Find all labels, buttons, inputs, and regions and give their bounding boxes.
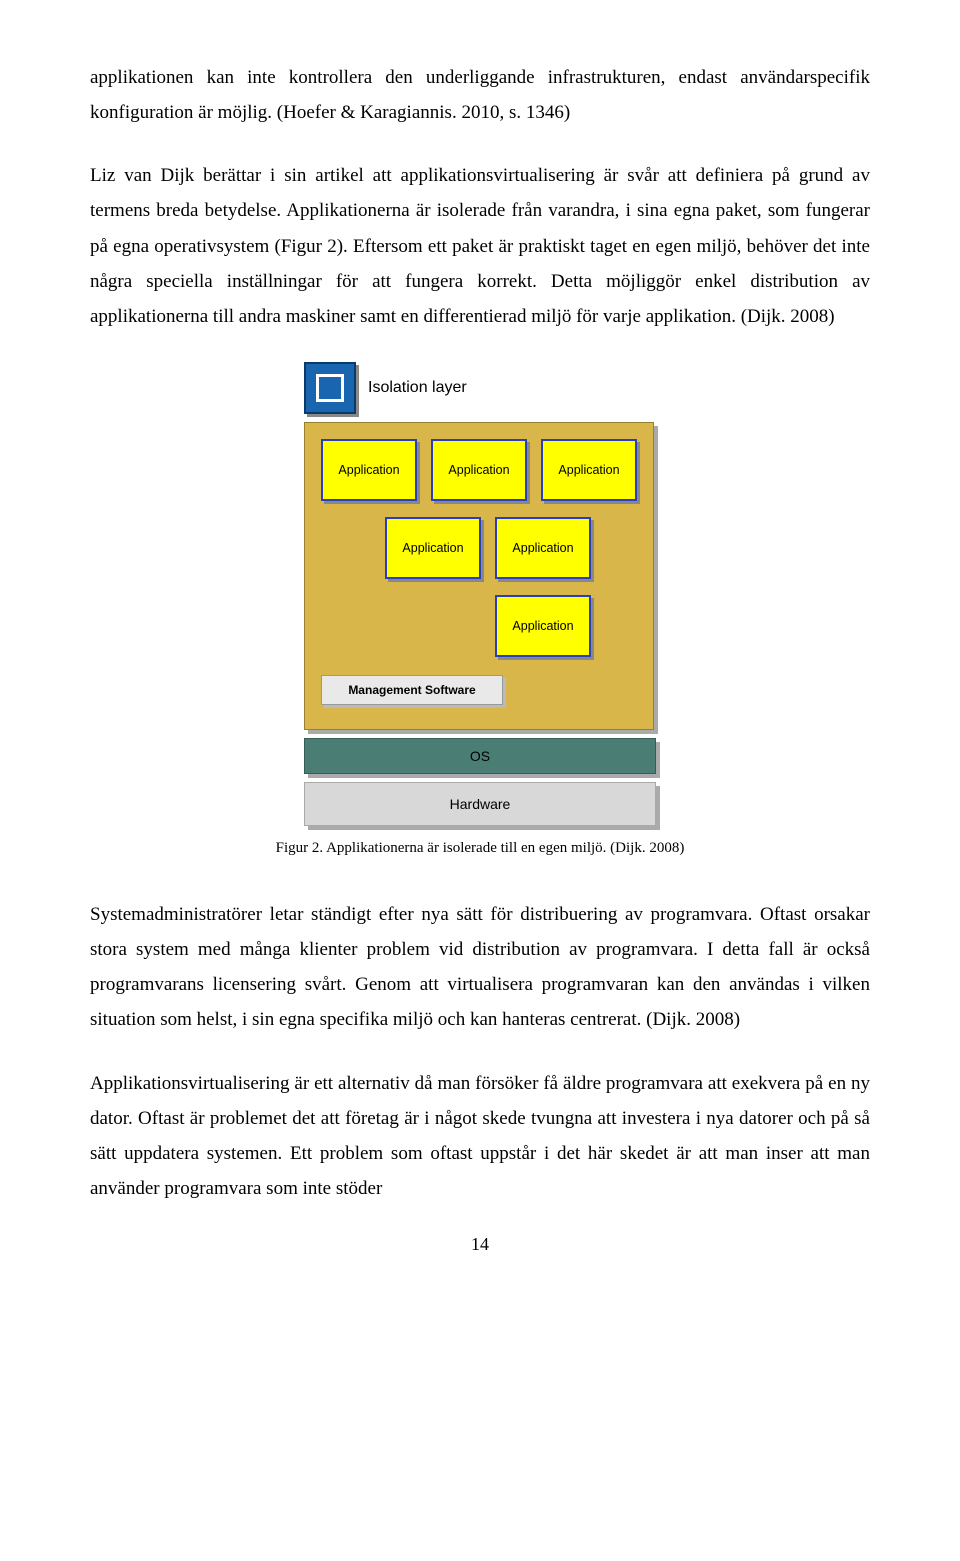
app-row-1: Application Application Application [321,439,637,501]
figure-2: Isolation layer Application Application … [90,362,870,826]
management-software-box: Management Software [321,675,503,705]
application-box: Application [385,517,481,579]
app-row-2: Application Application [385,517,637,579]
app-row-3: Application [495,595,637,657]
os-layer-box: OS [304,738,656,774]
paragraph-4: Applikationsvirtualisering är ett altern… [90,1066,870,1207]
application-board: Application Application Application Appl… [304,422,654,730]
application-box: Application [321,439,417,501]
paragraph-2: Liz van Dijk berättar i sin artikel att … [90,158,870,334]
isolation-layer-icon [304,362,356,414]
application-box: Application [541,439,637,501]
application-box: Application [431,439,527,501]
document-page: applikationen kan inte kontrollera den u… [0,0,960,1295]
paragraph-3: Systemadministratörer letar ständigt eft… [90,897,870,1038]
isolation-layer-label: Isolation layer [368,379,467,397]
application-box: Application [495,595,591,657]
application-box: Application [495,517,591,579]
paragraph-1: applikationen kan inte kontrollera den u… [90,60,870,130]
page-number: 14 [90,1234,870,1255]
figure-caption: Figur 2. Applikationerna är isolerade ti… [90,840,870,857]
hardware-layer-box: Hardware [304,782,656,826]
isolation-diagram: Isolation layer Application Application … [304,362,656,826]
isolation-layer-legend: Isolation layer [304,362,656,414]
